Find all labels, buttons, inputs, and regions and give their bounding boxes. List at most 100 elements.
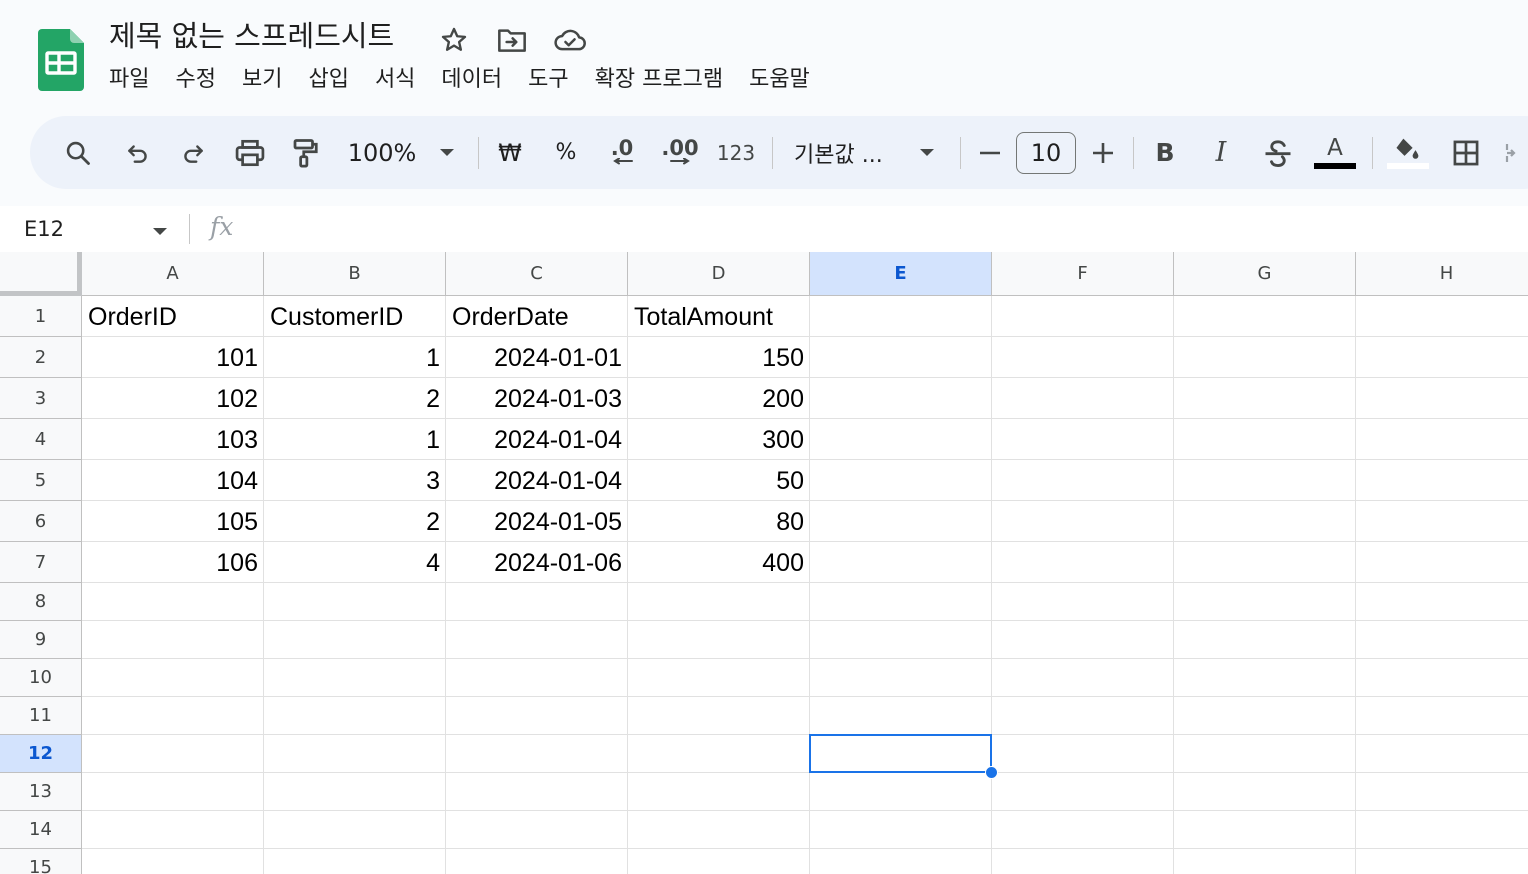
cell-b4[interactable]: 1	[264, 419, 446, 460]
cell-d4[interactable]: 300	[628, 419, 810, 460]
cell-b8[interactable]	[264, 583, 446, 621]
cell-c13[interactable]	[446, 773, 628, 811]
cell-h2[interactable]	[1356, 337, 1528, 378]
paint-format-icon[interactable]	[286, 116, 324, 189]
cell-c1[interactable]: OrderDate	[446, 296, 628, 337]
cell-f7[interactable]	[992, 542, 1174, 583]
row-header-2[interactable]: 2	[0, 337, 82, 378]
cell-e9[interactable]	[810, 621, 992, 659]
cell-a6[interactable]: 105	[82, 501, 264, 542]
percent-format-button[interactable]: %	[548, 116, 584, 189]
cell-g15[interactable]	[1174, 849, 1356, 874]
cell-e12[interactable]	[810, 735, 992, 773]
cell-h11[interactable]	[1356, 697, 1528, 735]
cell-b13[interactable]	[264, 773, 446, 811]
font-family-select[interactable]: 기본값 ...	[794, 116, 890, 189]
fill-color-button[interactable]	[1386, 116, 1430, 189]
bold-button[interactable]: B	[1148, 116, 1182, 189]
column-header-a[interactable]: A	[82, 252, 264, 296]
cell-g14[interactable]	[1174, 811, 1356, 849]
strikethrough-icon[interactable]	[1260, 116, 1296, 189]
decrease-font-size-icon[interactable]	[974, 116, 1006, 189]
cell-c4[interactable]: 2024-01-04	[446, 419, 628, 460]
cell-b2[interactable]: 1	[264, 337, 446, 378]
cell-b11[interactable]	[264, 697, 446, 735]
column-header-b[interactable]: B	[264, 252, 446, 296]
menu-tools[interactable]: 도구	[515, 62, 581, 98]
menu-help[interactable]: 도움말	[736, 62, 823, 98]
document-title[interactable]: 제목 없는 스프레드시트	[109, 16, 394, 56]
currency-format-button[interactable]: ₩	[492, 116, 528, 189]
cell-e2[interactable]	[810, 337, 992, 378]
cell-g2[interactable]	[1174, 337, 1356, 378]
cell-f15[interactable]	[992, 849, 1174, 874]
increase-font-size-icon[interactable]	[1087, 116, 1119, 189]
cell-b7[interactable]: 4	[264, 542, 446, 583]
zoom-dropdown-icon[interactable]	[434, 116, 460, 189]
cell-e15[interactable]	[810, 849, 992, 874]
name-box[interactable]: E12	[24, 214, 64, 244]
menu-extensions[interactable]: 확장 프로그램	[582, 62, 736, 98]
cell-d9[interactable]	[628, 621, 810, 659]
menu-data[interactable]: 데이터	[428, 62, 515, 98]
cell-d2[interactable]: 150	[628, 337, 810, 378]
cell-e10[interactable]	[810, 659, 992, 697]
cell-g8[interactable]	[1174, 583, 1356, 621]
more-formats-button[interactable]: 123	[716, 116, 756, 189]
cell-h1[interactable]	[1356, 296, 1528, 337]
row-header-11[interactable]: 11	[0, 697, 82, 735]
text-color-button[interactable]: A	[1313, 116, 1357, 189]
cell-h7[interactable]	[1356, 542, 1528, 583]
cell-a2[interactable]: 101	[82, 337, 264, 378]
cell-a13[interactable]	[82, 773, 264, 811]
cell-h8[interactable]	[1356, 583, 1528, 621]
row-header-13[interactable]: 13	[0, 773, 82, 811]
cell-a8[interactable]	[82, 583, 264, 621]
cell-h3[interactable]	[1356, 378, 1528, 419]
search-menus-icon[interactable]	[58, 116, 98, 189]
row-header-9[interactable]: 9	[0, 621, 82, 659]
cell-g9[interactable]	[1174, 621, 1356, 659]
cell-h4[interactable]	[1356, 419, 1528, 460]
column-header-h[interactable]: H	[1356, 252, 1528, 296]
redo-icon[interactable]	[173, 116, 213, 189]
move-folder-icon[interactable]	[494, 22, 530, 58]
cell-d11[interactable]	[628, 697, 810, 735]
cell-e6[interactable]	[810, 501, 992, 542]
cell-a10[interactable]	[82, 659, 264, 697]
cell-e5[interactable]	[810, 460, 992, 501]
cell-g10[interactable]	[1174, 659, 1356, 697]
cell-g3[interactable]	[1174, 378, 1356, 419]
cell-c5[interactable]: 2024-01-04	[446, 460, 628, 501]
font-dropdown-icon[interactable]	[914, 116, 940, 189]
cell-h9[interactable]	[1356, 621, 1528, 659]
cell-e13[interactable]	[810, 773, 992, 811]
cell-a12[interactable]	[82, 735, 264, 773]
cell-b1[interactable]: CustomerID	[264, 296, 446, 337]
cell-e14[interactable]	[810, 811, 992, 849]
cell-f4[interactable]	[992, 419, 1174, 460]
cell-d3[interactable]: 200	[628, 378, 810, 419]
cell-f2[interactable]	[992, 337, 1174, 378]
cell-g6[interactable]	[1174, 501, 1356, 542]
column-header-d[interactable]: D	[628, 252, 810, 296]
cell-e7[interactable]	[810, 542, 992, 583]
cell-d15[interactable]	[628, 849, 810, 874]
row-header-8[interactable]: 8	[0, 583, 82, 621]
cell-b14[interactable]	[264, 811, 446, 849]
cell-c14[interactable]	[446, 811, 628, 849]
cell-f9[interactable]	[992, 621, 1174, 659]
cell-a5[interactable]: 104	[82, 460, 264, 501]
row-header-12[interactable]: 12	[0, 735, 82, 773]
cell-f10[interactable]	[992, 659, 1174, 697]
cell-a7[interactable]: 106	[82, 542, 264, 583]
cell-f8[interactable]	[992, 583, 1174, 621]
borders-icon[interactable]	[1446, 116, 1486, 189]
cell-c9[interactable]	[446, 621, 628, 659]
name-box-dropdown-icon[interactable]	[152, 222, 168, 241]
row-header-4[interactable]: 4	[0, 419, 82, 460]
cell-b5[interactable]: 3	[264, 460, 446, 501]
menu-file[interactable]: 파일	[96, 62, 162, 98]
cell-e4[interactable]	[810, 419, 992, 460]
cell-h14[interactable]	[1356, 811, 1528, 849]
